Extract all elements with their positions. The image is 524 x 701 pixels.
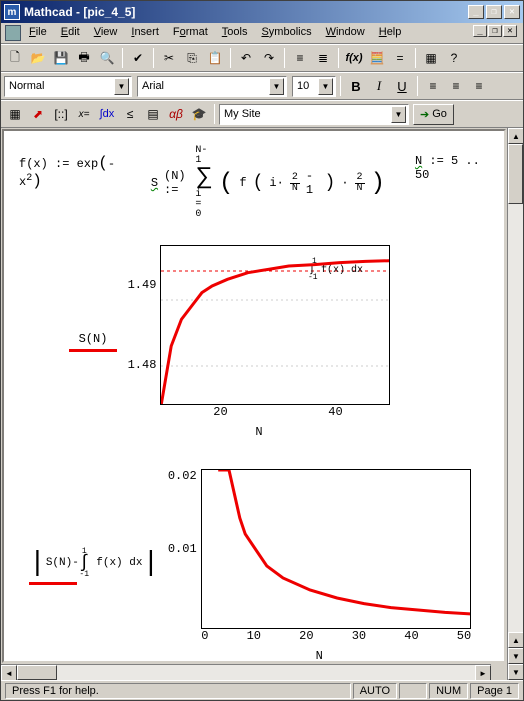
statusbar: Press F1 for help. AUTO NUM Page 1 [1,680,523,700]
menu-insert[interactable]: Insert [125,25,165,41]
scroll-h-thumb[interactable] [17,665,57,680]
red-legend-line-2 [29,582,77,585]
print-button[interactable]: 🖶 [73,47,95,69]
mdi-close-button[interactable]: ✕ [503,25,517,37]
worksheet[interactable]: f(x) := exp(-x2) S(N) := N-1 ∑ i = 0 (f(… [2,129,506,663]
scroll-v-thumb[interactable] [508,144,523,204]
undo-button[interactable]: ↶ [235,47,257,69]
paste-button[interactable]: 📋 [204,47,226,69]
calc-button[interactable]: = [389,47,411,69]
doc-icon [5,25,21,41]
menu-help[interactable]: Help [373,25,408,41]
chart2-xlabel: N [316,649,323,663]
math-toolbar: ▦ ⬈ [::] x= ∫dx ≤ ▤ αβ 🎓 My Site▼ ➔Go [1,100,523,128]
chart2-yticks: 0.02 0.01 [168,469,201,629]
align-left-button[interactable]: ≡ [422,75,444,97]
font-combo[interactable]: Arial▼ [137,76,287,97]
eq-ndef: N := 5 .. 50 [415,154,489,182]
align2-button[interactable]: ≣ [312,47,334,69]
status-num: NUM [429,683,468,699]
bold-button[interactable]: B [345,75,367,97]
align-button[interactable]: ≡ [289,47,311,69]
scroll-prev-button[interactable]: ▲ [508,632,523,648]
app-icon: m [4,4,20,20]
boolean-palette[interactable]: ≤ [119,103,141,125]
svg-text:-1: -1 [308,273,318,282]
matrix-palette[interactable]: [::] [50,103,72,125]
scroll-up-button[interactable]: ▲ [508,128,523,144]
calculator-palette[interactable]: ▦ [4,103,26,125]
style-combo[interactable]: Normal▼ [4,76,132,97]
style-value: Normal [9,80,44,92]
status-blank [399,683,427,699]
format-toolbar: Normal▼ Arial▼ 10▼ B I U ≡ ≡ ≡ [1,72,523,100]
menu-symbolics[interactable]: Symbolics [255,25,317,41]
red-legend-line [69,349,117,352]
fx-button[interactable]: f(x) [343,47,365,69]
scroll-left-button[interactable]: ◄ [1,665,17,680]
greek-palette[interactable]: αβ [165,103,187,125]
scroll-right-button[interactable]: ► [475,665,491,680]
chart2-xticks: 01020304050 [201,629,471,643]
menu-view[interactable]: View [88,25,124,41]
titlebar: m Mathcad - [pic_4_5] _ ❐ ✕ [1,1,523,23]
size-combo[interactable]: 10▼ [292,76,336,97]
status-auto: AUTO [353,683,397,699]
chart1-yticks: 1.49 1.48 [128,245,161,405]
program-palette[interactable]: ▤ [142,103,164,125]
graph-palette[interactable]: ⬈ [27,103,49,125]
mdi-minimize-button[interactable]: _ [473,25,487,37]
size-value: 10 [297,80,309,92]
eq-fdef: f(x) := exp(-x2) [19,154,121,190]
menu-tools[interactable]: Tools [216,25,254,41]
unit-button[interactable]: 🧮 [366,47,388,69]
preview-button[interactable]: 🔍 [96,47,118,69]
menu-format[interactable]: Format [167,25,214,41]
eq-sdef: S(N) := N-1 ∑ i = 0 (f(i·2N - 1)·2N) [151,146,385,220]
chart2 [201,469,471,629]
minimize-button[interactable]: _ [468,5,484,19]
chart1-xticks: 2040 [163,405,393,419]
open-button[interactable]: 📂 [27,47,49,69]
status-page: Page 1 [470,683,519,699]
eval-palette[interactable]: x= [73,103,95,125]
component-button[interactable]: ▦ [420,47,442,69]
scroll-down-button[interactable]: ▼ [508,648,523,664]
scroll-next-button[interactable]: ▼ [508,664,523,680]
align-right-button[interactable]: ≡ [468,75,490,97]
status-help: Press F1 for help. [5,683,351,699]
copy-button[interactable]: ⎘ [181,47,203,69]
scroll-horizontal[interactable]: ◄ ► [1,664,491,680]
menu-window[interactable]: Window [320,25,371,41]
chart1-ylabel: S(N) [69,332,117,352]
chart1-xlabel: N [255,425,262,439]
scroll-vertical[interactable]: ▲ ▲ ▼ ▼ [507,128,523,680]
new-button[interactable]: 🗋 [4,47,26,69]
underline-button[interactable]: U [391,75,413,97]
cut-button[interactable]: ✂ [158,47,180,69]
menubar: FFileile Edit View Insert Format Tools S… [1,23,523,44]
symbolic-palette[interactable]: 🎓 [188,103,210,125]
close-button[interactable]: ✕ [504,5,520,19]
maximize-button[interactable]: ❐ [486,5,502,19]
site-combo[interactable]: My Site▼ [219,104,409,125]
redo-button[interactable]: ↷ [258,47,280,69]
calculus-palette[interactable]: ∫dx [96,103,118,125]
save-button[interactable]: 💾 [50,47,72,69]
go-button[interactable]: ➔Go [413,104,454,125]
help-button[interactable]: ? [443,47,465,69]
spell-button[interactable]: ✔ [127,47,149,69]
align-center-button[interactable]: ≡ [445,75,467,97]
svg-text:f(x) dx: f(x) dx [321,264,363,276]
standard-toolbar: 🗋 📂 💾 🖶 🔍 ✔ ✂ ⎘ 📋 ↶ ↷ ≡ ≣ f(x) 🧮 = ▦ ? [1,44,523,72]
window-title: Mathcad - [pic_4_5] [24,5,468,19]
chart2-ylabel: |S(N)- 1 ∫ -1 f(x) dx| [29,548,159,585]
menu-edit[interactable]: Edit [55,25,86,41]
site-value: My Site [224,108,261,120]
menu-file[interactable]: FFileile [23,25,53,41]
font-value: Arial [142,80,164,92]
italic-button[interactable]: I [368,75,390,97]
mdi-restore-button[interactable]: ❐ [488,25,502,37]
chart1: ∫ 1 -1 f(x) dx [160,245,390,405]
